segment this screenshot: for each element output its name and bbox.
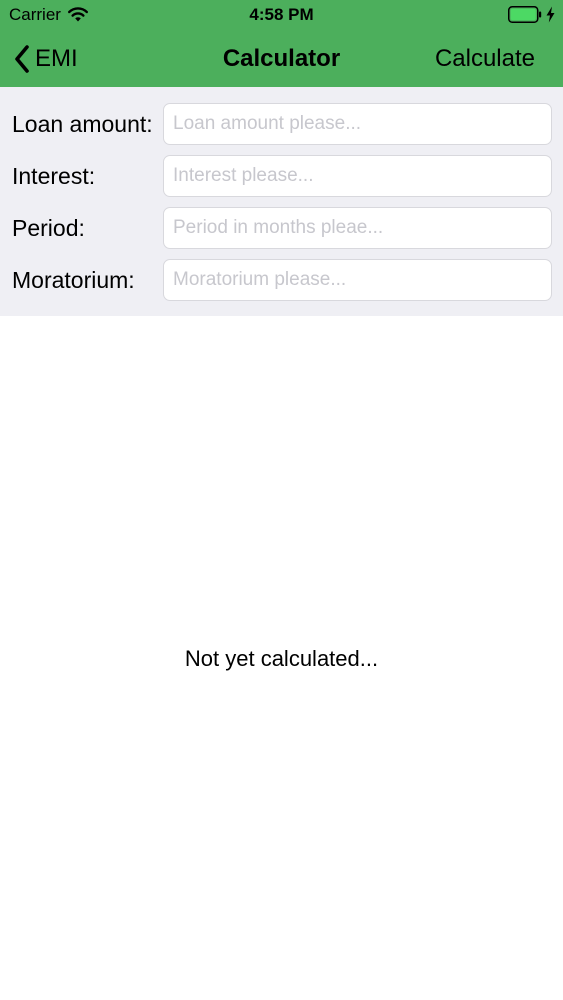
loan-amount-input[interactable] <box>163 103 552 145</box>
moratorium-label: Moratorium: <box>12 267 135 293</box>
result-text: Not yet calculated... <box>184 646 379 671</box>
period-label: Period: <box>12 215 85 241</box>
period-row: Period: <box>0 207 563 249</box>
loan-amount-row: Loan amount: <box>0 103 563 145</box>
interest-label: Interest: <box>12 163 96 189</box>
moratorium-row: Moratorium: <box>0 259 563 301</box>
status-bar: Carrier 4:58 PM <box>0 0 563 30</box>
loan-form: Loan amount: Interest: Period: Moratoriu… <box>0 87 563 316</box>
moratorium-input[interactable] <box>163 259 552 301</box>
clock: 4:58 PM <box>249 5 314 24</box>
calculate-button[interactable]: Calculate <box>435 30 535 87</box>
interest-row: Interest: <box>0 155 563 197</box>
top-bar: Carrier 4:58 PM EMI Calculator Calculate <box>0 0 563 87</box>
battery-full-icon <box>508 6 542 23</box>
interest-input[interactable] <box>163 155 552 197</box>
loan-amount-label: Loan amount: <box>12 111 153 137</box>
charging-bolt-icon <box>546 6 555 23</box>
navigation-bar: EMI Calculator Calculate <box>0 30 563 87</box>
period-input[interactable] <box>163 207 552 249</box>
